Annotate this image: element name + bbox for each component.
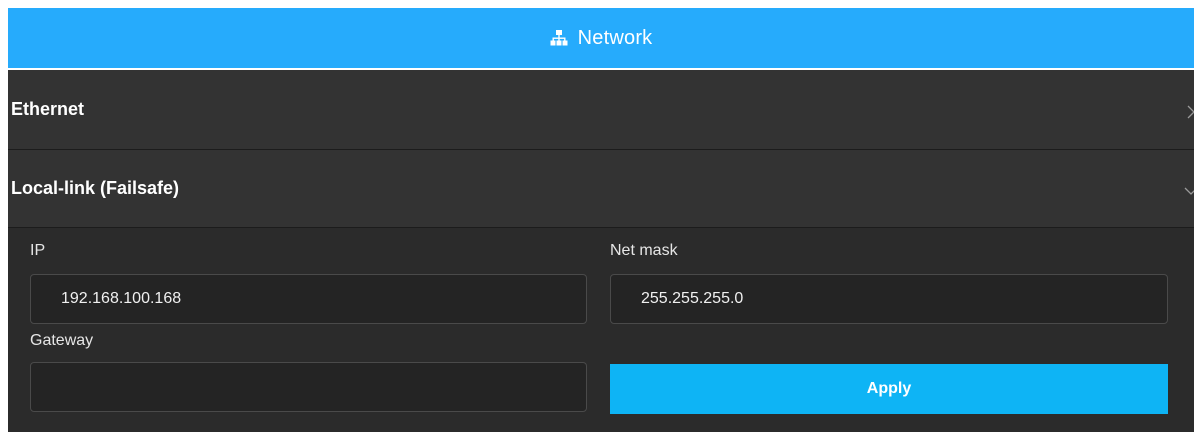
section-local-link[interactable]: Local-link (Failsafe) — [8, 150, 1194, 228]
ip-label: IP — [30, 242, 46, 259]
section-ethernet[interactable]: Ethernet — [8, 70, 1194, 150]
gateway-label: Gateway — [30, 332, 94, 349]
netmask-label: Net mask — [610, 242, 678, 259]
network-icon — [550, 29, 568, 47]
gateway-input[interactable] — [30, 362, 587, 412]
apply-button[interactable]: Apply — [610, 364, 1168, 414]
chevron-right-icon — [1184, 103, 1194, 118]
ip-input[interactable] — [30, 274, 587, 324]
section-ethernet-label: Ethernet — [11, 99, 85, 119]
panel-title: Network — [577, 26, 653, 49]
panel-header: Network — [8, 8, 1194, 70]
chevron-down-icon — [1184, 182, 1194, 196]
section-local-link-label: Local-link (Failsafe) — [11, 178, 180, 198]
netmask-input[interactable] — [610, 274, 1168, 324]
local-link-form: IP Net mask Gateway Apply — [8, 228, 1194, 430]
network-panel: Network Ethernet Local-link (Failsafe) I… — [8, 8, 1194, 432]
